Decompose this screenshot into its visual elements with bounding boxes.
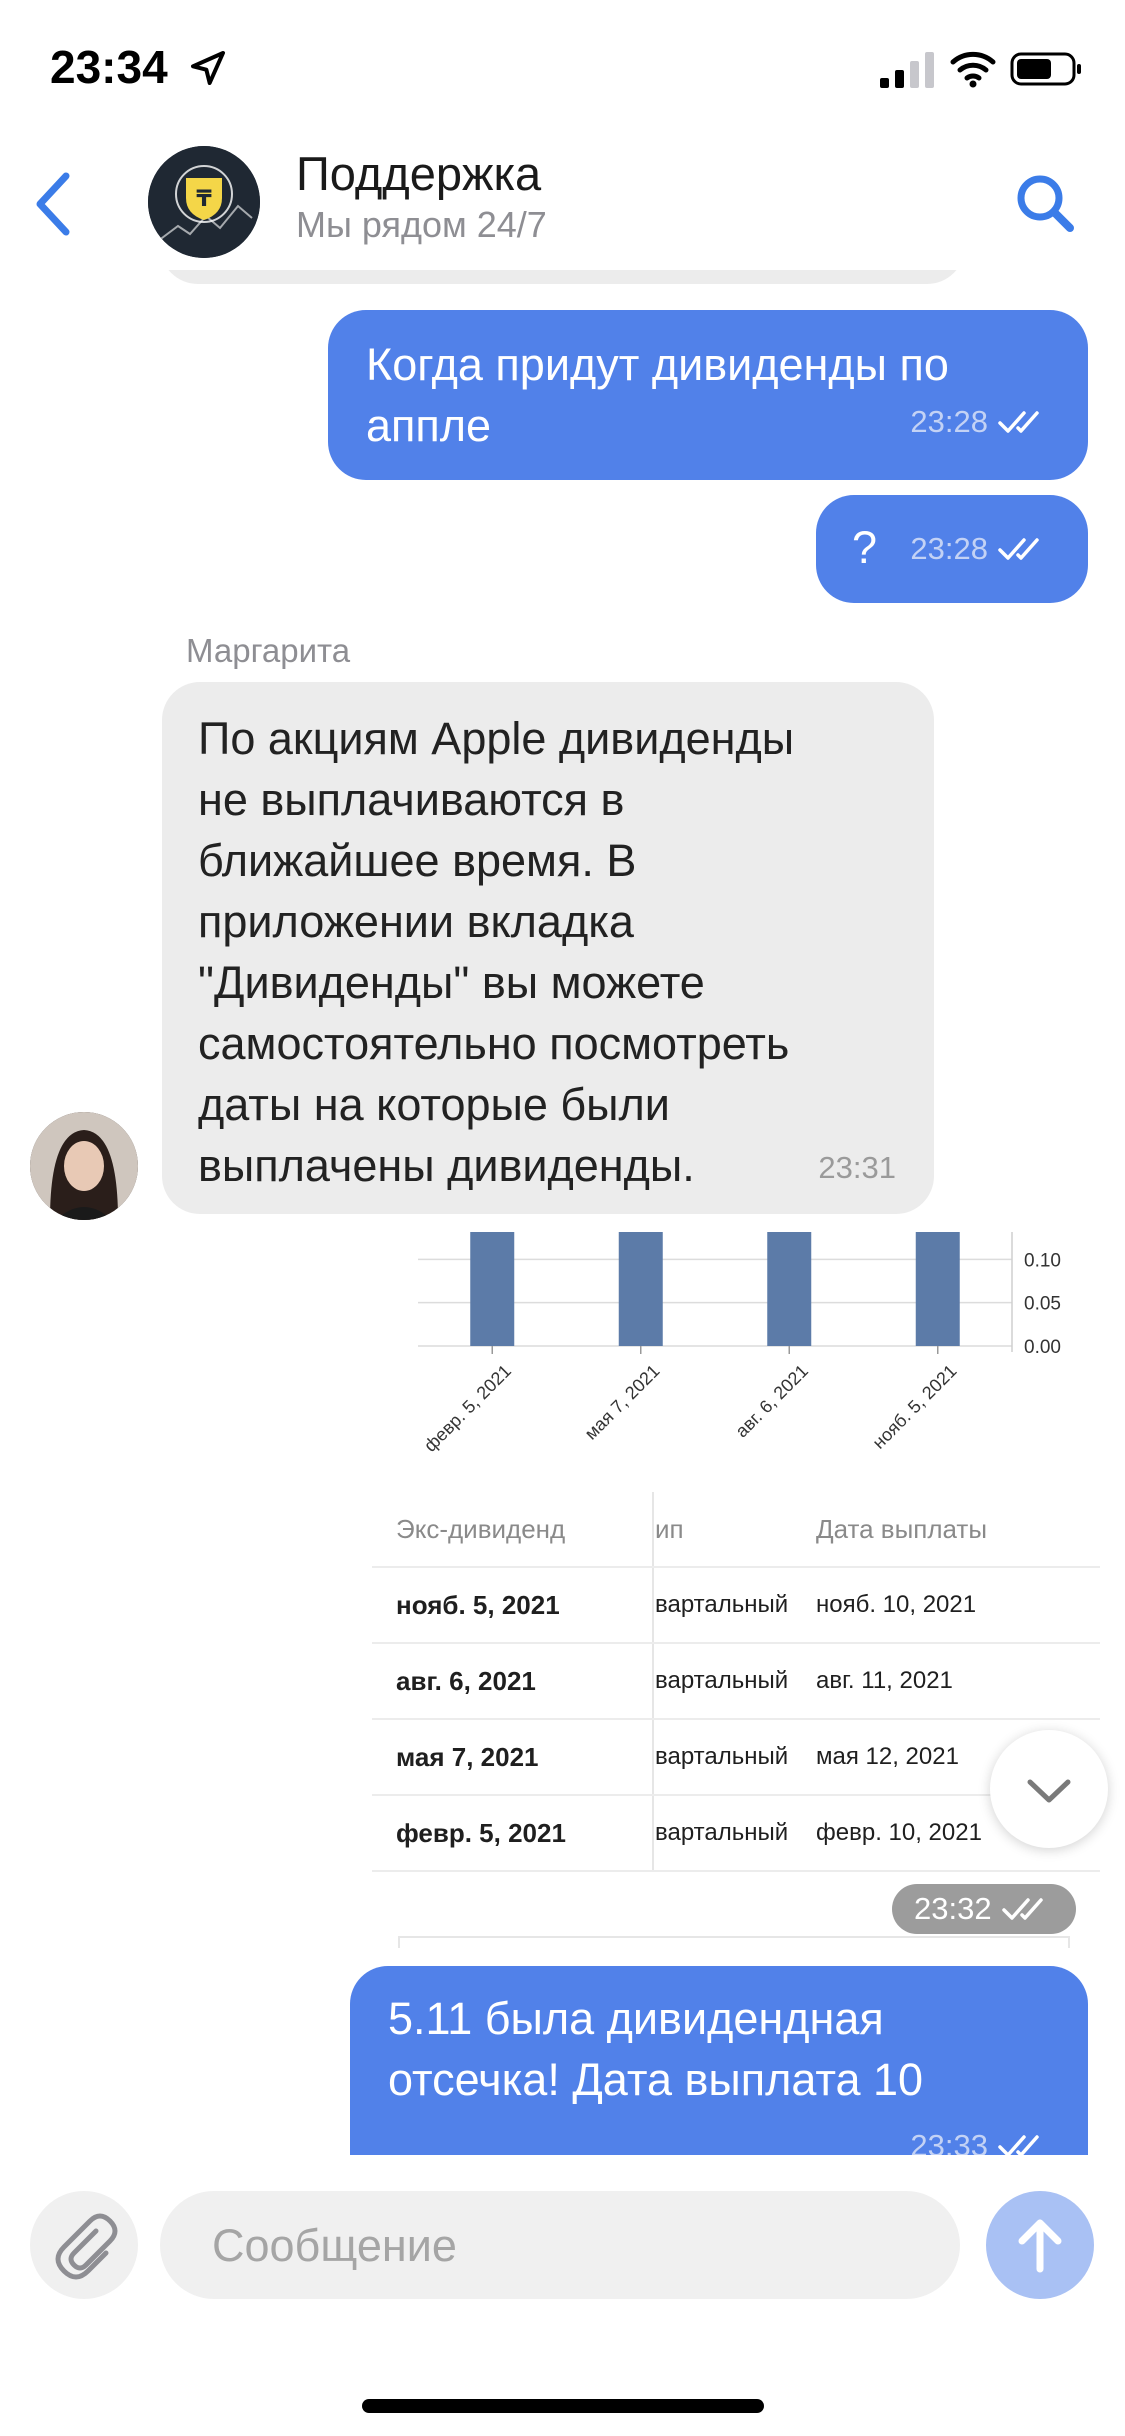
message-time: 23:33	[910, 2128, 988, 2155]
table-cell: вартальный	[653, 1795, 816, 1872]
send-button[interactable]	[986, 2191, 1094, 2299]
arrow-up-icon	[1018, 2219, 1062, 2273]
dividend-bar-chart: 0.10 0.05 0.00 февр. 5, 2021 мая 7, 2021 авг.…	[418, 1232, 1061, 1456]
incoming-message[interactable]: По акциям Apple дивиденды не выплачивают…	[162, 682, 934, 1214]
chat-title: Поддержка	[296, 147, 542, 200]
y-tick-label: 0.10	[1024, 1250, 1061, 1271]
y-tick-label: 0.00	[1024, 1337, 1061, 1358]
chart-bar	[618, 1232, 663, 1346]
chat-subtitle: Мы рядом 24/7	[296, 204, 547, 245]
outgoing-message[interactable]: ? 23:28	[816, 495, 1088, 603]
bank-logo-avatar[interactable]: ₸	[148, 146, 260, 258]
chart-bar	[767, 1232, 812, 1346]
svg-text:₸: ₸	[196, 187, 212, 212]
incoming-bubble-partial	[160, 270, 965, 284]
attach-button[interactable]	[30, 2191, 138, 2299]
message-time: 23:31	[818, 1150, 896, 1185]
table-cell: авг. 11, 2021	[816, 1643, 1100, 1720]
table-row: авг. 6, 2021 вартальный авг. 11, 2021	[372, 1643, 1100, 1720]
message-meta: 23:28	[910, 404, 1050, 440]
message-input[interactable]	[210, 2191, 914, 2301]
person-photo-icon	[30, 1112, 138, 1220]
table-cell: вартальный	[653, 1567, 816, 1644]
table-cell: вартальный	[653, 1643, 816, 1720]
x-tick-label: мая 7, 2021	[581, 1361, 664, 1444]
table-row: нояб. 5, 2021 вартальный нояб. 10, 2021	[372, 1567, 1100, 1644]
table-cell: вартальный	[653, 1719, 816, 1796]
message-meta: 23:33	[910, 2128, 1050, 2155]
paperclip-icon	[55, 2213, 118, 2280]
scroll-to-bottom-button[interactable]	[990, 1730, 1108, 1848]
message-meta: 23:31	[818, 1150, 896, 1186]
battery-icon	[1010, 52, 1081, 86]
table-cell: мая 7, 2021	[372, 1719, 654, 1796]
chevron-down-icon	[1027, 1779, 1071, 1803]
table-cell: нояб. 10, 2021	[816, 1567, 1100, 1644]
chart-bar	[915, 1232, 960, 1346]
message-text: 5.11 была дивидендная отсечка! Дата выпл…	[388, 1993, 924, 2105]
image-time-badge: 23:32	[892, 1884, 1076, 1934]
table-cell: февр. 5, 2021	[372, 1795, 654, 1872]
message-text: ?	[852, 522, 878, 573]
message-text: По акциям Apple дивиденды не выплачивают…	[198, 713, 795, 1191]
table-cell: авг. 6, 2021	[372, 1643, 654, 1720]
y-tick-label: 0.05	[1024, 1294, 1061, 1315]
shield-logo-icon: ₸	[148, 146, 260, 258]
x-tick-label: авг. 6, 2021	[731, 1361, 812, 1442]
back-chevron-icon[interactable]	[24, 164, 84, 244]
message-list[interactable]: Когда придут дивиденды по аппле 23:28 ? …	[0, 270, 1125, 2155]
column-header: ип	[653, 1492, 816, 1568]
agent-avatar[interactable]	[30, 1112, 138, 1220]
sender-name: Маргарита	[186, 632, 351, 669]
next-image-edge	[398, 1936, 1070, 1948]
x-tick-label: нояб. 5, 2021	[869, 1361, 961, 1453]
outgoing-message[interactable]: Когда придут дивиденды по аппле 23:28	[328, 310, 1088, 480]
status-time: 23:34	[50, 41, 168, 93]
double-check-icon	[998, 2135, 1039, 2155]
column-header: Дата выплаты	[816, 1492, 1100, 1568]
column-header: Экс-дивиденд	[372, 1492, 654, 1568]
message-meta: 23:28	[910, 531, 1050, 567]
x-tick-label: февр. 5, 2021	[420, 1361, 515, 1456]
table-header-row: Экс-дивиденд ип Дата выплаты	[372, 1492, 1100, 1568]
table-cell: нояб. 5, 2021	[372, 1567, 654, 1644]
composer-bar	[0, 2155, 1125, 2436]
double-check-icon	[1001, 1898, 1043, 1920]
double-check-icon	[998, 411, 1039, 433]
wifi-icon	[950, 51, 996, 88]
double-check-icon	[998, 538, 1039, 560]
home-indicator	[362, 2399, 764, 2413]
message-input-field[interactable]	[160, 2191, 960, 2301]
outgoing-message[interactable]: 5.11 была дивидендная отсечка! Дата выпл…	[350, 1966, 1088, 2155]
cellular-signal-icon	[880, 52, 934, 88]
message-time: 23:28	[910, 531, 988, 566]
chart-bar	[470, 1232, 515, 1346]
location-arrow-icon	[191, 51, 225, 85]
status-bar: 23:34	[0, 0, 1125, 140]
message-time: 23:32	[914, 1891, 992, 1926]
chat-header: ₸ Поддержка Мы рядом 24/7	[0, 140, 1125, 270]
message-time: 23:28	[910, 404, 988, 439]
search-icon[interactable]	[1010, 168, 1080, 238]
